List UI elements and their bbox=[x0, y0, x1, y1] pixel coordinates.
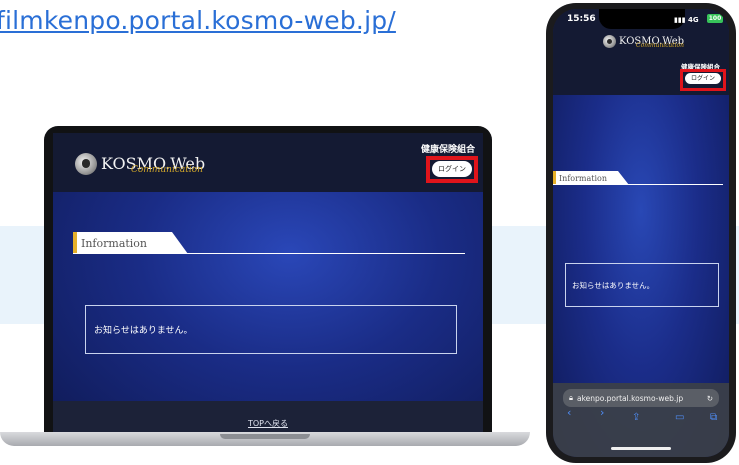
network-type: 4G bbox=[688, 16, 699, 24]
address-bar[interactable]: 🔒︎ akenpo.portal.kosmo-web.jp ↻ bbox=[563, 389, 719, 407]
phone-notice-text: お知らせはありません。 bbox=[572, 280, 655, 290]
info-title-text: Information bbox=[81, 236, 148, 250]
battery-icon: 100 bbox=[707, 14, 723, 23]
logo-emblem-icon bbox=[75, 153, 97, 175]
signal-icon: ▮▮▮ 4G bbox=[674, 16, 699, 24]
login-highlight-box bbox=[426, 156, 478, 183]
site-header: KOSMO.Web Communication 健康保険組合 ログイン bbox=[53, 133, 483, 192]
phone-info-underline bbox=[553, 184, 723, 185]
info-section-title: Information bbox=[77, 232, 169, 254]
tabs-icon[interactable]: ⧉ bbox=[710, 412, 717, 423]
phone-site-logo[interactable]: KOSMO.Web Communication bbox=[603, 35, 684, 49]
phone-info-tab-arrow bbox=[615, 171, 629, 185]
lock-icon: 🔒︎ bbox=[569, 393, 573, 402]
share-icon[interactable]: ⇪ bbox=[632, 412, 640, 423]
notice-box: お知らせはありません。 bbox=[85, 305, 457, 354]
laptop-hinge-notch bbox=[220, 434, 310, 439]
chevron-right-icon[interactable]: › bbox=[600, 406, 604, 419]
site-logo[interactable]: KOSMO.Web Communication bbox=[75, 153, 205, 175]
chevron-left-icon[interactable]: ‹ bbox=[567, 406, 571, 419]
phone-status-bar: 15:56 ▮▮▮ 4G 100 bbox=[553, 9, 729, 31]
book-icon[interactable]: ▭ bbox=[675, 412, 684, 423]
notice-text: お知らせはありません。 bbox=[94, 326, 193, 336]
phone-login-highlight-box bbox=[680, 69, 726, 91]
laptop-screen: KOSMO.Web Communication 健康保険組合 ログイン Info… bbox=[53, 133, 483, 434]
portal-url-link[interactable]: filmkenpo.portal.kosmo-web.jp/ bbox=[0, 6, 396, 35]
logo-subtext: Communication bbox=[131, 165, 203, 175]
phone-logo-emblem-icon bbox=[603, 35, 616, 48]
address-bar-text: akenpo.portal.kosmo-web.jp bbox=[577, 393, 684, 403]
reload-icon[interactable]: ↻ bbox=[707, 394, 719, 403]
phone-notice-box: お知らせはありません。 bbox=[565, 263, 719, 307]
phone-notch bbox=[599, 9, 685, 29]
phone-logo-subtext: Communication bbox=[636, 42, 684, 49]
home-indicator bbox=[611, 447, 671, 450]
status-time: 15:56 bbox=[567, 14, 596, 24]
info-tab-arrow bbox=[168, 232, 188, 254]
back-to-top-link[interactable]: TOPへ戻る bbox=[53, 418, 483, 429]
phone-info-title-text: Information bbox=[559, 173, 608, 183]
organization-name: 健康保険組合 bbox=[421, 145, 476, 155]
phone-info-section-title: Information bbox=[556, 171, 616, 185]
info-underline bbox=[73, 253, 465, 254]
